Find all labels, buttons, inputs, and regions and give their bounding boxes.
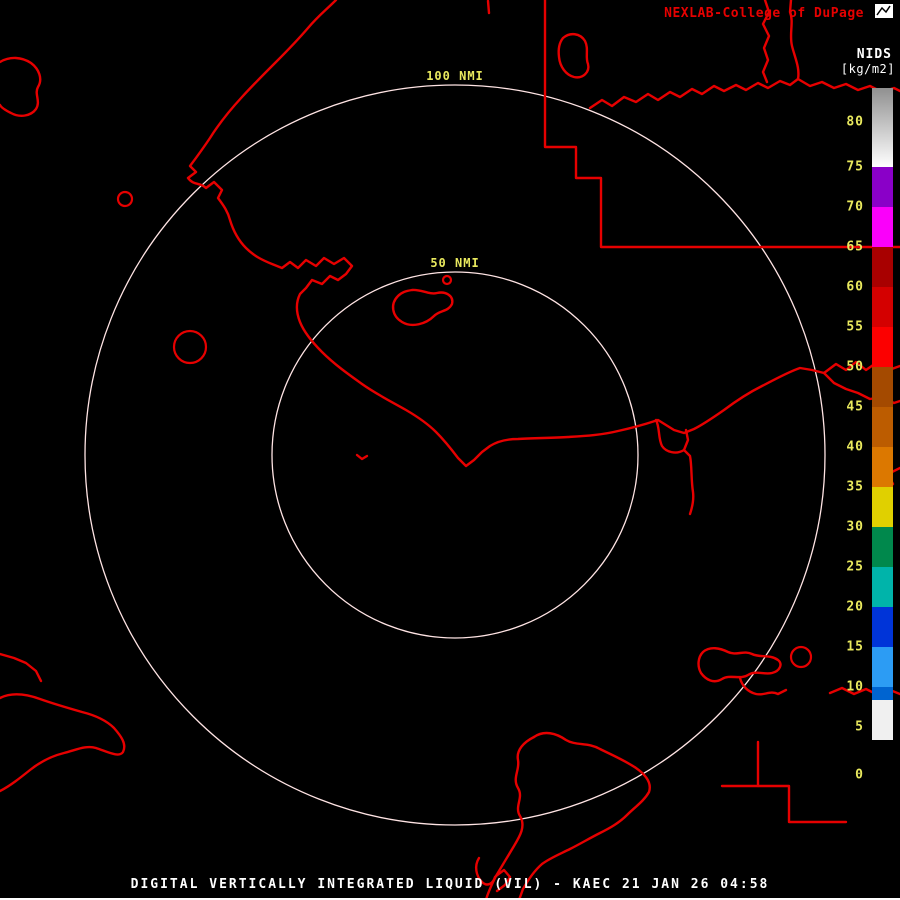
colorbar-segment bbox=[872, 88, 893, 167]
map-boundary-circle bbox=[116, 190, 134, 208]
colorbar-segment bbox=[872, 167, 893, 207]
map-boundary-outline bbox=[0, 693, 126, 793]
colorbar-value-label: 55 bbox=[846, 319, 864, 335]
colorbar-value-label: 25 bbox=[846, 559, 864, 575]
range-ring-label: 100 NMI bbox=[422, 68, 488, 84]
colorbar-segment bbox=[872, 687, 893, 700]
colorbar-value-label: 35 bbox=[846, 479, 864, 495]
colorbar bbox=[872, 0, 893, 900]
cod-logo-icon bbox=[874, 3, 894, 19]
colorbar-value-label: 40 bbox=[846, 439, 864, 455]
colorbar-segment bbox=[872, 740, 893, 790]
colorbar-segment bbox=[872, 447, 893, 487]
scale-title: NIDS bbox=[856, 47, 892, 62]
colorbar-segment bbox=[872, 567, 893, 607]
colorbar-value-label: 80 bbox=[846, 114, 864, 130]
map-boundary-circle bbox=[172, 329, 208, 365]
map-boundary-outline bbox=[588, 77, 800, 110]
map-boundary-outline bbox=[557, 33, 590, 79]
colorbar-value-label: 10 bbox=[846, 679, 864, 695]
colorbar-value-label: 70 bbox=[846, 199, 864, 215]
map-boundary-outline bbox=[486, 0, 491, 15]
colorbar-value-label: 75 bbox=[846, 159, 864, 175]
radar-viewer: 100 NMI 50 NMI 80 75 70 65 60 55 50 45 40 35 30 25 20… bbox=[0, 0, 900, 900]
range-ring-label: 50 NMI bbox=[426, 255, 484, 271]
colorbar-segment bbox=[872, 607, 893, 647]
colorbar-segment bbox=[872, 327, 893, 367]
colorbar-value-label: 0 bbox=[855, 767, 864, 783]
scale-units: [kg/m2] bbox=[840, 62, 895, 76]
colorbar-segment bbox=[872, 367, 893, 407]
colorbar-value-label: 5 bbox=[855, 719, 864, 735]
colorbar-value-label: 20 bbox=[846, 599, 864, 615]
brand-title: NEXLAB-College of DuPage bbox=[664, 6, 864, 21]
colorbar-labels: 80 75 70 65 60 55 50 45 40 35 30 25 20 15 10 5 0 bbox=[820, 0, 868, 900]
colorbar-value-label: 45 bbox=[846, 399, 864, 415]
map-boundary-circle bbox=[441, 274, 453, 286]
colorbar-value-label: 65 bbox=[846, 239, 864, 255]
colorbar-segment bbox=[872, 487, 893, 527]
map-boundary-circle bbox=[789, 645, 813, 669]
colorbar-segment bbox=[872, 207, 893, 247]
map-boundary-outline bbox=[0, 652, 43, 683]
map-boundary-outline bbox=[0, 56, 42, 117]
map-boundary-outline bbox=[517, 731, 651, 900]
product-caption: DIGITAL VERTICALLY INTEGRATED LIQUID (VI… bbox=[130, 877, 770, 892]
colorbar-segment bbox=[872, 407, 893, 447]
colorbar-segment bbox=[872, 527, 893, 567]
colorbar-value-label: 30 bbox=[846, 519, 864, 535]
map-boundary-outline bbox=[355, 453, 369, 461]
colorbar-value-label: 15 bbox=[846, 639, 864, 655]
map-boundary-outline bbox=[391, 288, 454, 327]
map-boundary-outline bbox=[738, 676, 788, 696]
map-boundary-outline bbox=[186, 0, 826, 468]
colorbar-segment bbox=[872, 247, 893, 287]
colorbar-value-label: 60 bbox=[846, 279, 864, 295]
colorbar-segment bbox=[872, 287, 893, 327]
colorbar-value-label: 50 bbox=[846, 359, 864, 375]
colorbar-segment bbox=[872, 647, 893, 687]
map-svg bbox=[0, 0, 900, 900]
colorbar-segment bbox=[872, 700, 893, 740]
